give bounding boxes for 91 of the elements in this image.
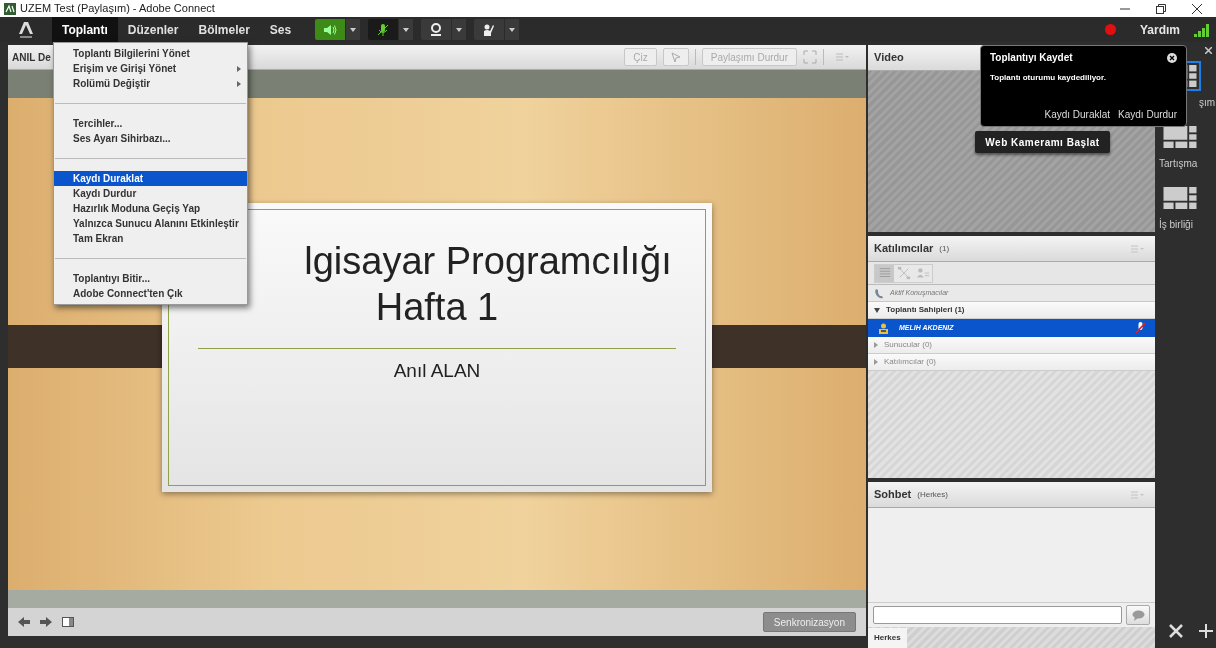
popup-action-link[interactable]: Kaydı Durdur [1118, 107, 1177, 122]
menu-item[interactable]: Hazırlık Moduna Geçiş Yap [54, 201, 247, 216]
host-user-icon [878, 322, 889, 334]
caret-icon [403, 27, 410, 32]
tools-icon[interactable] [1169, 624, 1183, 638]
popup-action-link[interactable]: Kaydı Duraklat [1044, 107, 1111, 122]
adobe-logo-icon [17, 19, 35, 40]
window-title: UZEM Test (Paylaşım) - Adobe Connect [20, 1, 215, 17]
attendee-group[interactable]: Katılımcılar (0) [868, 354, 1155, 371]
pod-count: (Herkes) [917, 488, 948, 501]
menu-tab[interactable]: Toplantı [52, 17, 118, 42]
menu-item[interactable]: Toplantıyı Bitir... [54, 271, 247, 286]
speaker-button[interactable] [315, 19, 346, 40]
dropdown-button[interactable] [505, 19, 520, 40]
menu-item-label: Toplantıyı Bitir... [73, 272, 151, 286]
recording-dot-icon [1104, 24, 1116, 35]
slide-author: Anıl ALAN [393, 359, 481, 383]
slide-title: lgisayar Programcılığı [304, 239, 672, 284]
pointer-icon [669, 51, 682, 63]
menu-item[interactable]: Kaydı Duraklat [54, 171, 247, 186]
slide-subtitle: Hafta 1 [375, 285, 499, 330]
signal-icon [1194, 22, 1210, 37]
pod-count: (1) [939, 242, 950, 255]
group-label: Sunucular (0) [884, 339, 933, 351]
menu-item[interactable]: Kaydı Durdur [54, 186, 247, 201]
layout-thumbnail-icon [1163, 187, 1197, 209]
send-button[interactable] [1126, 605, 1150, 625]
menu-item[interactable]: Toplantı Bilgilerini Yönet [54, 46, 247, 61]
menu-item-label: Yalnızca Sunucu Alanını Etkinleştir [73, 217, 239, 231]
menu-item[interactable]: Ses Ayarı Sihirbazı... [54, 131, 247, 146]
pod-title: ANIL De [12, 50, 51, 65]
attendee-group[interactable]: Sunucular (0) [868, 337, 1155, 354]
popup-title: Toplantıyı Kaydet [990, 51, 1073, 65]
close-icon[interactable] [1192, 3, 1202, 14]
menu-item-label: Hazırlık Moduna Geçiş Yap [73, 202, 201, 216]
close-icon[interactable] [1167, 52, 1177, 63]
menu-item-label: Rolümü Değiştir [73, 77, 151, 91]
pod-title: Sohbet [874, 487, 912, 503]
previous-arrow-icon[interactable] [18, 617, 30, 627]
dropdown-button[interactable] [399, 19, 414, 40]
menu-item[interactable]: Tercihler... [54, 116, 247, 131]
menu-item[interactable]: Adobe Connect'ten Çık [54, 286, 247, 301]
menu-tab[interactable]: Ses [259, 17, 302, 42]
menu-tab[interactable]: Düzenler [117, 17, 189, 42]
layout-label: İş birliği [1159, 217, 1193, 232]
menu-item-label: Kaydı Durdur [73, 187, 137, 201]
layout-label: Tartışma [1159, 157, 1198, 171]
menu-item-label: Tam Ekran [73, 232, 124, 246]
layout-item[interactable]: İş birliği [1159, 183, 1215, 232]
restore-icon[interactable] [1156, 3, 1166, 14]
menu-item-label: Ses Ayarı Sihirbazı... [73, 132, 171, 146]
layout-item[interactable]: Tartışma [1159, 122, 1215, 171]
caret-icon [509, 27, 516, 32]
microphone-button[interactable] [368, 19, 399, 40]
pod-title: Video [874, 50, 904, 66]
menu-item-label: Kaydı Duraklat [73, 172, 144, 186]
attendee-group[interactable]: Toplantı Sahipleri (1) [868, 302, 1155, 319]
menu-item[interactable]: Yalnızca Sunucu Alanını Etkinleştir [54, 216, 247, 231]
list-view-icon [877, 266, 892, 280]
chat-input[interactable] [873, 606, 1122, 624]
caret-icon [350, 27, 357, 32]
chat-tab[interactable]: Herkes [868, 628, 907, 648]
webcam-button[interactable] [421, 19, 452, 40]
network-view-icon [896, 266, 911, 280]
dropdown-button[interactable] [346, 19, 361, 40]
menu-tab[interactable]: Bölmeler [188, 17, 260, 42]
group-label: Toplantı Sahipleri (1) [886, 304, 965, 316]
raised-hand-button[interactable] [474, 19, 505, 40]
menu-item[interactable]: Tam Ekran [54, 231, 247, 246]
next-arrow-icon[interactable] [40, 617, 52, 627]
group-label: Katılımcılar (0) [884, 356, 936, 368]
dropdown-button[interactable] [452, 19, 467, 40]
menu-item[interactable]: Erişim ve Girişi Yönet [54, 61, 247, 76]
menu-item-label: Adobe Connect'ten Çık [73, 287, 183, 301]
menu-item-label: Erişim ve Girişi Yönet [73, 62, 177, 76]
menu-item[interactable]: Rolümü Değiştir [54, 76, 247, 91]
caret-icon [456, 27, 463, 32]
phone-icon [874, 287, 886, 299]
layout-thumbnail-icon [1163, 126, 1197, 148]
popup-message: Toplantı oturumu kaydediliyor. [990, 72, 1107, 84]
layout-label: şım [1198, 96, 1215, 110]
plus-icon[interactable] [1199, 624, 1213, 638]
speech-bubble-icon [1131, 609, 1145, 621]
user-list-icon [915, 266, 930, 280]
panel-icon[interactable] [62, 617, 74, 627]
start-webcam-button[interactable]: Web Kameramı Başlat [975, 131, 1110, 153]
menu-item-label: Toplantı Bilgilerini Yönet [73, 47, 190, 61]
pod-title: Katılımcılar [874, 241, 934, 257]
menu-item-label: Tercihler... [73, 117, 123, 131]
help-menu[interactable]: Yardım [1139, 20, 1180, 39]
muted-microphone-icon [1136, 322, 1145, 334]
